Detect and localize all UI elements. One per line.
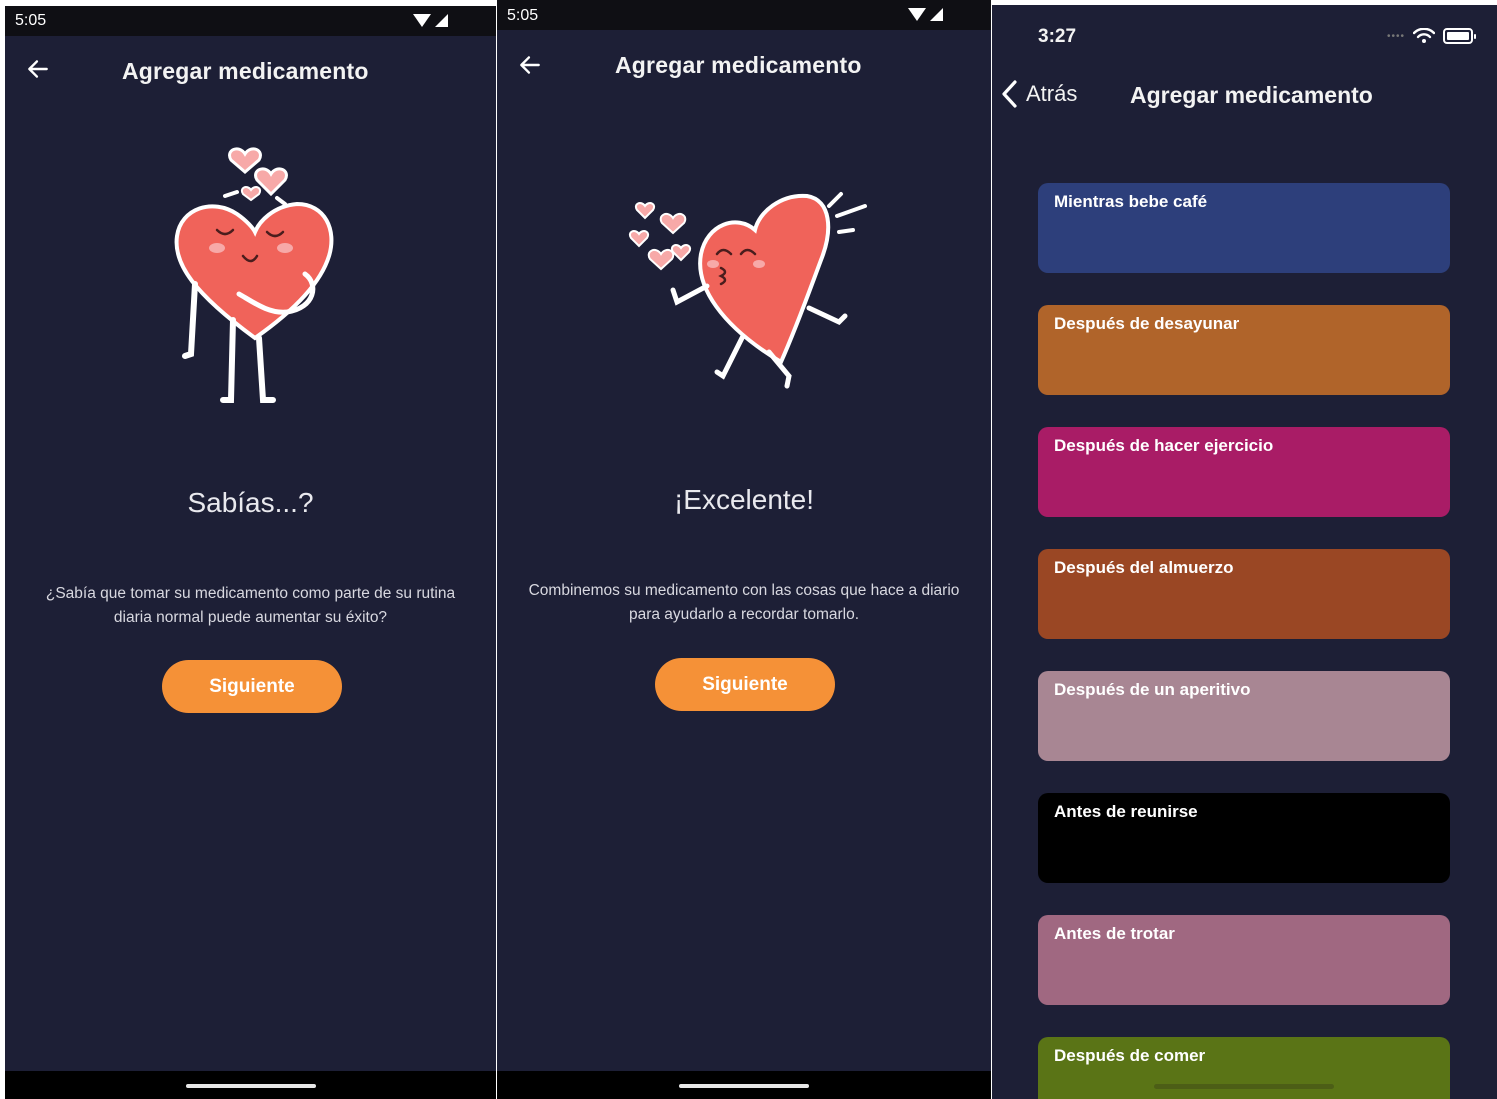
body-text: ¿Sabía que tomar su medicamento como par… <box>45 585 456 626</box>
routine-label: Después de comer <box>1054 1046 1206 1065</box>
system-icons <box>413 14 448 27</box>
routine-label: Después del almuerzo <box>1054 558 1234 577</box>
navigation-bar <box>5 1071 496 1099</box>
chevron-left-icon <box>1002 80 1017 108</box>
routine-label: Después de desayunar <box>1054 314 1240 333</box>
routine-card[interactable]: Después de desayunar <box>1038 305 1450 395</box>
heading: Sabías...? <box>187 487 314 518</box>
body-text: Combinemos su medicamento con las cosas … <box>528 582 960 623</box>
next-button[interactable]: Siguiente <box>162 660 342 713</box>
system-icons <box>908 8 943 21</box>
wifi-icon <box>413 14 431 27</box>
back-arrow-icon[interactable] <box>25 56 51 82</box>
status-time: 3:27 <box>1038 26 1077 47</box>
routine-card[interactable]: Después de hacer ejercicio <box>1038 427 1450 517</box>
wifi-icon <box>908 8 926 21</box>
routine-card[interactable]: Antes de reunirse <box>1038 793 1450 883</box>
navigation-bar <box>497 1071 991 1099</box>
status-bar: 5:05 <box>497 0 991 30</box>
signal-icon <box>435 14 448 27</box>
signal-icon: •••• <box>1386 30 1405 42</box>
home-handle[interactable] <box>185 1084 316 1088</box>
screen-sabias: 5:05 Agregar medicamento Sabías...? ¿Sab… <box>5 6 496 1099</box>
routine-card[interactable]: Después de un aperitivo <box>1038 671 1450 761</box>
app-header: Agregar medicamento <box>497 38 991 88</box>
signal-icon <box>930 8 943 21</box>
status-bar: 5:05 <box>5 6 496 36</box>
hugging-heart-illustration <box>174 147 334 403</box>
back-label: Atrás <box>1026 81 1078 106</box>
routine-label: Después de un aperitivo <box>1054 680 1251 699</box>
routine-card[interactable]: Después de comer <box>1038 1037 1450 1099</box>
routine-label: Antes de trotar <box>1054 924 1175 943</box>
status-time: 5:05 <box>507 7 539 24</box>
routine-card[interactable]: Después del almuerzo <box>1038 549 1450 639</box>
wifi-icon <box>1413 28 1435 43</box>
screen-title: Agregar medicamento <box>615 52 862 78</box>
routine-card[interactable]: Antes de trotar <box>1038 915 1450 1005</box>
home-handle[interactable] <box>679 1084 809 1088</box>
routine-label: Después de hacer ejercicio <box>1054 436 1274 455</box>
home-indicator[interactable] <box>1154 1084 1334 1089</box>
status-time: 5:05 <box>15 12 47 29</box>
screen-routine-list: 3:27 •••• Atrás Agregar medicamento Mien… <box>992 5 1497 1099</box>
back-arrow-icon[interactable] <box>517 52 543 78</box>
screen-excelente: 5:05 Agregar medicamento ¡Excelente! Com… <box>497 0 991 1099</box>
routine-label: Mientras bebe café <box>1054 192 1208 211</box>
heading: ¡Excelente! <box>673 484 815 515</box>
kissing-heart-illustration <box>629 192 867 389</box>
screen-title: Agregar medicamento <box>1130 82 1373 108</box>
app-header: Agregar medicamento <box>5 44 496 94</box>
next-button[interactable]: Siguiente <box>655 658 835 711</box>
system-icons: •••• <box>1386 28 1476 44</box>
routine-label: Antes de reunirse <box>1054 802 1198 821</box>
screen-title: Agregar medicamento <box>122 58 369 84</box>
routine-card[interactable]: Mientras bebe café <box>1038 183 1450 273</box>
back-button[interactable]: Atrás <box>1000 79 1077 109</box>
battery-icon <box>1443 28 1476 44</box>
